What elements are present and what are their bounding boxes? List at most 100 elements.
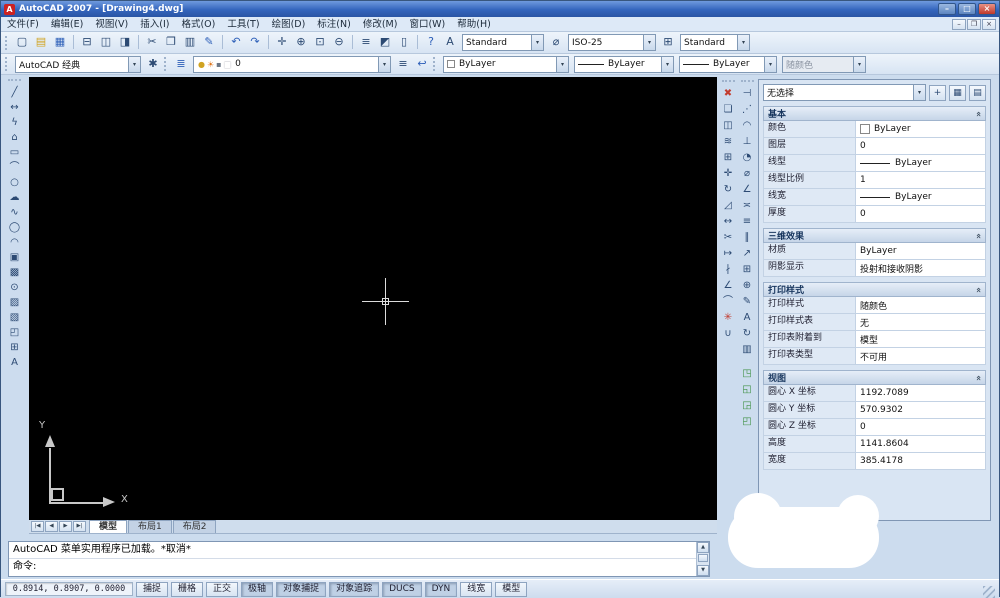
pan-icon[interactable]: ✛	[273, 34, 291, 51]
linear-dimension-icon[interactable]: ⊣	[739, 86, 756, 102]
property-row[interactable]: 打印表类型 不可用	[763, 348, 986, 365]
insert-block-icon[interactable]: ▣	[5, 250, 24, 265]
join-icon[interactable]: ∪	[720, 326, 737, 342]
mirror-icon[interactable]: ◫	[720, 118, 737, 134]
layer-select[interactable]: ● ☀ ▪ ■ 0 ▾	[193, 55, 391, 73]
make-block-icon[interactable]: ▩	[5, 265, 24, 280]
workspace-settings-icon[interactable]: ✱	[144, 56, 162, 73]
offset-icon[interactable]: ≋	[720, 134, 737, 150]
break-icon[interactable]: ∤	[720, 262, 737, 278]
toolbar-grip[interactable]	[433, 57, 436, 71]
tool-palettes-icon[interactable]: ▯	[395, 34, 418, 51]
plot-icon[interactable]: ⊟	[78, 34, 96, 51]
dropdown-arrow-icon[interactable]: ▾	[531, 35, 543, 50]
property-row[interactable]: 圆心 Y 坐标 570.9302	[763, 402, 986, 419]
radius-dimension-icon[interactable]: ◔	[739, 150, 756, 166]
polar-toggle[interactable]: 极轴	[241, 581, 274, 597]
tab-model[interactable]: 模型	[89, 520, 128, 533]
hatch-icon[interactable]: ▨	[5, 295, 24, 310]
bring-above-objects-icon[interactable]: ◲	[739, 398, 756, 414]
property-row[interactable]: 阴影显示 投射和接收阴影	[763, 260, 986, 277]
arc-icon[interactable]: ⌒	[5, 160, 24, 175]
property-row[interactable]: 线型 ByLayer	[763, 155, 986, 172]
line-icon[interactable]: ╱	[5, 85, 24, 100]
zoom-previous-icon[interactable]: ⊖	[330, 34, 353, 51]
drawing-canvas[interactable]: Y X	[29, 77, 717, 520]
property-row[interactable]: 打印表附着到 模型	[763, 331, 986, 348]
document-restore-button[interactable]: ❐	[967, 18, 981, 30]
baseline-dimension-icon[interactable]: ≡	[739, 214, 756, 230]
collapse-chevron-icon[interactable]: «	[973, 111, 983, 117]
toolbar-grip[interactable]	[5, 35, 8, 50]
toolbar-grip[interactable]	[721, 80, 735, 84]
command-window[interactable]: AutoCAD 菜单实用程序已加载。*取消* 命令: ▲ ▼	[8, 541, 710, 577]
property-row[interactable]: 材质 ByLayer	[763, 243, 986, 260]
scroll-down-icon[interactable]: ▼	[697, 565, 709, 576]
copy-icon[interactable]: ❐	[162, 34, 180, 51]
dimension-edit-icon[interactable]: ✎	[739, 294, 756, 310]
save-icon[interactable]: ▦	[51, 34, 74, 51]
layer-previous-icon[interactable]: ↩	[413, 56, 431, 73]
property-value[interactable]: 随颜色	[856, 297, 985, 313]
polygon-icon[interactable]: ⌂	[5, 130, 24, 145]
property-row[interactable]: 圆心 Z 坐标 0	[763, 419, 986, 436]
dim-style-select[interactable]: ISO-25 ▾	[568, 34, 656, 51]
stretch-icon[interactable]: ↔	[720, 214, 737, 230]
collapse-chevron-icon[interactable]: «	[973, 375, 983, 381]
layer-freeze-sun-icon[interactable]: ☀	[207, 60, 214, 69]
menu-item[interactable]: 视图(V)	[89, 17, 134, 32]
make-object-layer-current-icon[interactable]: ≡	[394, 56, 412, 73]
maximize-button[interactable]: □	[958, 3, 976, 15]
dimension-style-icon[interactable]: ▥	[739, 342, 756, 358]
property-value[interactable]: 570.9302	[856, 402, 985, 418]
menu-item[interactable]: 工具(T)	[221, 17, 265, 32]
dimension-text-edit-icon[interactable]: A	[739, 310, 756, 326]
menu-item[interactable]: 标注(N)	[311, 17, 357, 32]
move-icon[interactable]: ✛	[720, 166, 737, 182]
dropdown-arrow-icon[interactable]: ▾	[378, 56, 390, 72]
property-value[interactable]: ByLayer	[856, 189, 985, 205]
help-icon[interactable]: ?	[422, 34, 440, 51]
dropdown-arrow-icon[interactable]: ▾	[737, 35, 749, 50]
selection-select[interactable]: 无选择 ▾	[763, 84, 926, 101]
angular-dimension-icon[interactable]: ∠	[739, 182, 756, 198]
menu-item[interactable]: 修改(M)	[357, 17, 404, 32]
dropdown-arrow-icon[interactable]: ▾	[764, 56, 776, 72]
otrack-toggle[interactable]: 对象追踪	[329, 581, 380, 597]
dropdown-arrow-icon[interactable]: ▾	[643, 35, 655, 50]
revision-cloud-icon[interactable]: ☁	[5, 190, 24, 205]
zoom-window-icon[interactable]: ⊡	[311, 34, 329, 51]
menu-item[interactable]: 绘图(D)	[266, 17, 312, 32]
document-minimize-button[interactable]: –	[952, 18, 966, 30]
workspace-select[interactable]: AutoCAD 经典 ▾	[15, 55, 141, 73]
tab-layout1[interactable]: 布局1	[128, 520, 172, 533]
trim-icon[interactable]: ✂	[720, 230, 737, 246]
property-value[interactable]: 投射和接收阴影	[856, 260, 985, 276]
tab-scroll-arrow[interactable]: ▶	[59, 521, 72, 532]
table-icon[interactable]: ⊞	[5, 340, 24, 355]
section-header[interactable]: 视图 «	[763, 370, 986, 385]
extend-icon[interactable]: ↦	[720, 246, 737, 262]
undo-icon[interactable]: ↶	[227, 34, 245, 51]
tab-scroll-arrow[interactable]: ▶|	[73, 521, 86, 532]
tolerance-icon[interactable]: ⊞	[739, 262, 756, 278]
collapse-chevron-icon[interactable]: «	[973, 287, 983, 293]
table-style-select[interactable]: Standard ▾	[680, 34, 750, 51]
layer-lock-icon[interactable]: ▪	[216, 60, 221, 69]
property-value[interactable]: ByLayer	[856, 155, 985, 171]
menu-item[interactable]: 编辑(E)	[45, 17, 89, 32]
dimension-update-icon[interactable]: ↻	[739, 326, 756, 342]
menu-item[interactable]: 格式(O)	[175, 17, 221, 32]
property-row[interactable]: 打印样式表 无	[763, 314, 986, 331]
rectangle-icon[interactable]: ▭	[5, 145, 24, 160]
fillet-icon[interactable]: ⌒	[720, 294, 737, 310]
aligned-dimension-icon[interactable]: ⋰	[739, 102, 756, 118]
minimize-button[interactable]: –	[938, 3, 956, 15]
linetype-select[interactable]: ByLayer ▾	[574, 55, 674, 73]
property-row[interactable]: 厚度 0	[763, 206, 986, 223]
ducs-toggle[interactable]: DUCS	[382, 581, 422, 597]
property-value[interactable]: ByLayer	[856, 121, 985, 137]
plot-preview-icon[interactable]: ◫	[97, 34, 115, 51]
snap-toggle[interactable]: 捕捉	[136, 581, 169, 597]
explode-icon[interactable]: ✳	[720, 310, 737, 326]
